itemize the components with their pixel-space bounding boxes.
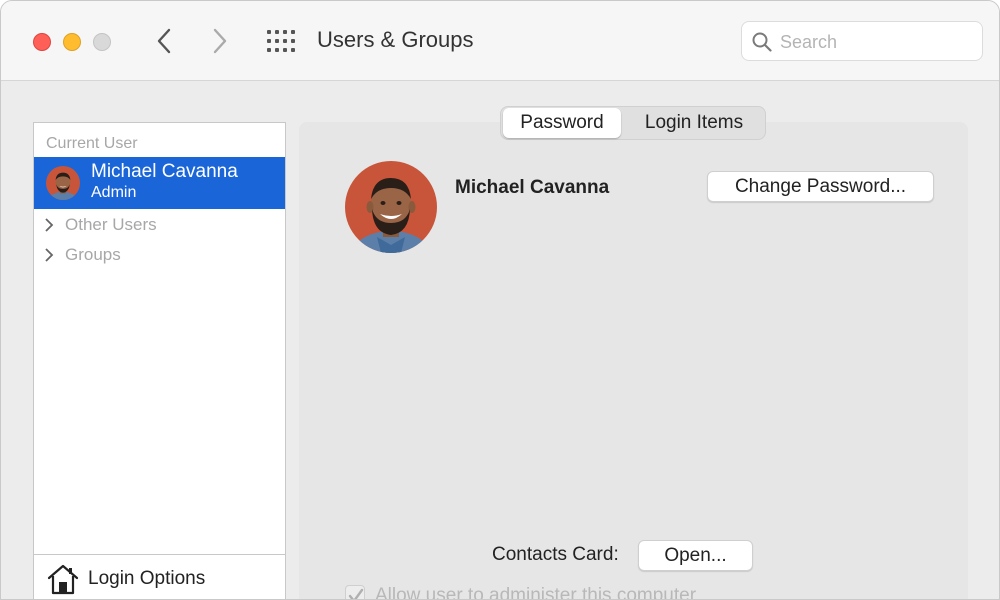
sidebar-item-current-user[interactable]: Michael Cavanna Admin — [34, 157, 285, 209]
search-input[interactable] — [780, 28, 975, 56]
segmented-tabs: Password Login Items — [500, 106, 766, 140]
house-icon — [47, 564, 79, 595]
sidebar-item-other-users[interactable]: Other Users — [34, 211, 285, 239]
back-button[interactable] — [153, 27, 177, 55]
user-avatar[interactable] — [345, 161, 437, 253]
toolbar: Users & Groups — [1, 1, 999, 81]
grid-icon — [267, 30, 295, 52]
search-icon — [752, 32, 772, 52]
change-password-button[interactable]: Change Password... — [707, 171, 934, 202]
contacts-card-label: Contacts Card: — [492, 544, 619, 565]
chevron-right-icon — [45, 248, 54, 262]
minimize-button[interactable] — [63, 33, 81, 51]
current-user-role: Admin — [91, 184, 137, 201]
zoom-button[interactable] — [93, 33, 111, 51]
tab-login-items[interactable]: Login Items — [625, 108, 763, 138]
tab-password[interactable]: Password — [503, 108, 621, 138]
checkmark-icon — [348, 588, 364, 599]
sidebar-item-groups[interactable]: Groups — [34, 241, 285, 269]
user-full-name: Michael Cavanna — [455, 177, 610, 198]
sidebar-item-label: Other Users — [65, 215, 157, 234]
chevron-right-icon — [45, 218, 54, 232]
users-sidebar: Current User Michael Cavanna Admin Other… — [33, 122, 286, 599]
login-options-item[interactable]: Login Options — [34, 554, 285, 599]
current-user-name: Michael Cavanna — [91, 161, 238, 182]
search-field[interactable] — [741, 21, 983, 61]
forward-chevron-icon — [213, 28, 227, 54]
show-all-button[interactable] — [266, 29, 296, 53]
current-user-section-label: Current User — [46, 135, 138, 152]
allow-admin-label: Allow user to administer this computer — [375, 585, 697, 600]
sidebar-item-label: Groups — [65, 245, 121, 264]
open-contacts-card-button[interactable]: Open... — [638, 540, 753, 571]
window-title: Users & Groups — [317, 27, 474, 52]
preferences-window: Users & Groups Current User — [0, 0, 1000, 600]
close-button[interactable] — [33, 33, 51, 51]
login-options-label: Login Options — [88, 568, 206, 589]
forward-button[interactable] — [207, 27, 231, 55]
avatar — [46, 166, 80, 200]
back-chevron-icon — [157, 28, 171, 54]
allow-admin-checkbox[interactable] — [345, 585, 365, 599]
